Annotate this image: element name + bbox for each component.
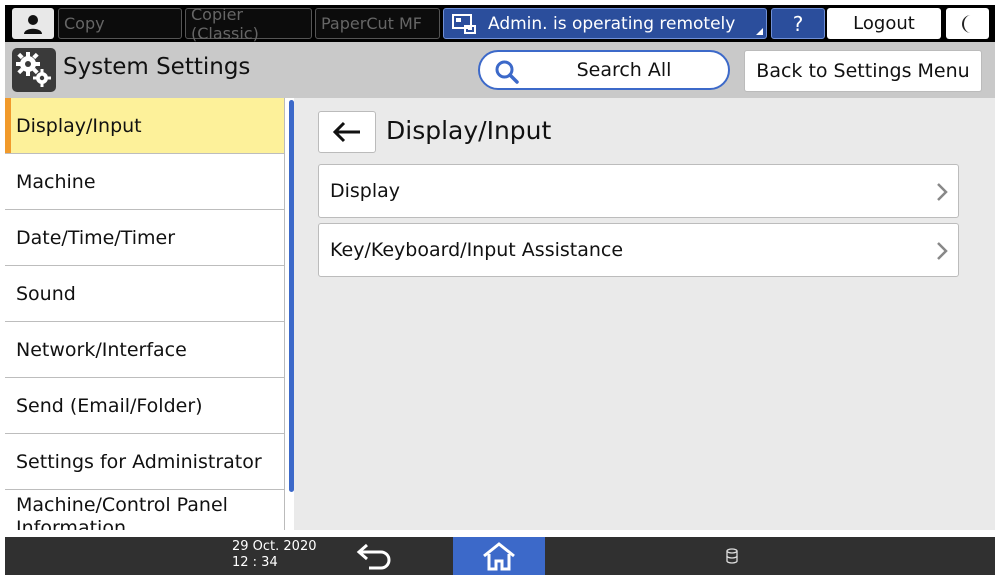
search-all-label: Search All: [576, 59, 672, 81]
date-text: 29 Oct. 2020: [232, 539, 317, 554]
menu-row-display[interactable]: Display: [318, 164, 959, 218]
chevron-right-icon: [937, 242, 948, 260]
main-panel: Display/Input Display Key/Keyboard/Input…: [294, 98, 995, 530]
back-to-settings-menu-button[interactable]: Back to Settings Menu: [744, 50, 982, 92]
sidebar-item-settings-for-administrator[interactable]: Settings for Administrator: [5, 434, 284, 490]
sidebar-item-label: Display/Input: [16, 114, 142, 137]
sidebar-item-label: Sound: [16, 282, 76, 305]
menu-row-key-keyboard-input-assistance[interactable]: Key/Keyboard/Input Assistance: [318, 223, 959, 277]
logout-button[interactable]: Logout: [827, 8, 941, 39]
section-title: Display/Input: [386, 116, 552, 145]
sidebar-item-label: Machine/Control Panel Information: [16, 494, 228, 530]
chevron-right-icon: [937, 183, 948, 201]
user-icon: [24, 14, 42, 34]
user-button[interactable]: [12, 8, 54, 39]
sidebar-item-label: Machine: [16, 170, 96, 193]
remote-operation-icon: [452, 13, 476, 34]
sidebar-item-label: Send (Email/Folder): [16, 394, 203, 417]
time-text: 12 : 34: [232, 555, 278, 570]
sidebar-item-label: Settings for Administrator: [16, 450, 262, 473]
menu-row-label: Display: [330, 180, 401, 202]
sidebar-item-machine[interactable]: Machine: [5, 154, 284, 210]
moon-icon: [961, 14, 971, 33]
sidebar-item-label: Network/Interface: [16, 338, 187, 361]
dropdown-corner-icon: [756, 28, 763, 35]
arrow-left-icon: [332, 121, 360, 143]
return-icon[interactable]: [355, 542, 395, 570]
sidebar-item-network-interface[interactable]: Network/Interface: [5, 322, 284, 378]
home-button[interactable]: [453, 537, 545, 575]
energy-saver-button[interactable]: [946, 8, 989, 39]
tab-copy[interactable]: Copy: [58, 8, 182, 39]
sidebar-item-date-time-timer[interactable]: Date/Time/Timer: [5, 210, 284, 266]
sidebar-item-send-email-folder[interactable]: Send (Email/Folder): [5, 378, 284, 434]
home-icon: [483, 542, 515, 571]
menu-row-label: Key/Keyboard/Input Assistance: [330, 239, 624, 261]
sidebar-item-machine-control-panel-information[interactable]: Machine/Control Panel Information: [5, 490, 284, 530]
sidebar-item-sound[interactable]: Sound: [5, 266, 284, 322]
storage-icon: [726, 548, 738, 564]
bottom-bar: 29 Oct. 2020 12 : 34: [5, 537, 995, 575]
screen-frame: Copy Copier (Classic) PaperCut MF Admin.…: [0, 0, 1000, 580]
remote-operation-status[interactable]: Admin. is operating remotely: [443, 8, 767, 39]
header-bar: System Settings Search All Back to Setti…: [5, 42, 995, 98]
back-button[interactable]: [318, 111, 376, 153]
top-bar: Copy Copier (Classic) PaperCut MF Admin.…: [5, 5, 995, 43]
date-time-display: 29 Oct. 2020 12 : 34: [232, 539, 317, 571]
sidebar-item-label: Date/Time/Timer: [16, 226, 176, 249]
help-button[interactable]: ?: [771, 8, 825, 39]
tab-papercut[interactable]: PaperCut MF: [315, 8, 440, 39]
remote-status-text: Admin. is operating remotely: [488, 13, 736, 34]
system-settings-icon: [12, 48, 56, 92]
gears-icon: [16, 52, 51, 87]
sidebar-item-display-input[interactable]: Display/Input: [5, 98, 284, 154]
tab-copier-classic[interactable]: Copier (Classic): [185, 5, 312, 43]
search-all-button[interactable]: Search All: [478, 50, 730, 90]
sidebar: Display/Input Machine Date/Time/Timer So…: [5, 98, 285, 530]
page-title: System Settings: [63, 54, 251, 80]
